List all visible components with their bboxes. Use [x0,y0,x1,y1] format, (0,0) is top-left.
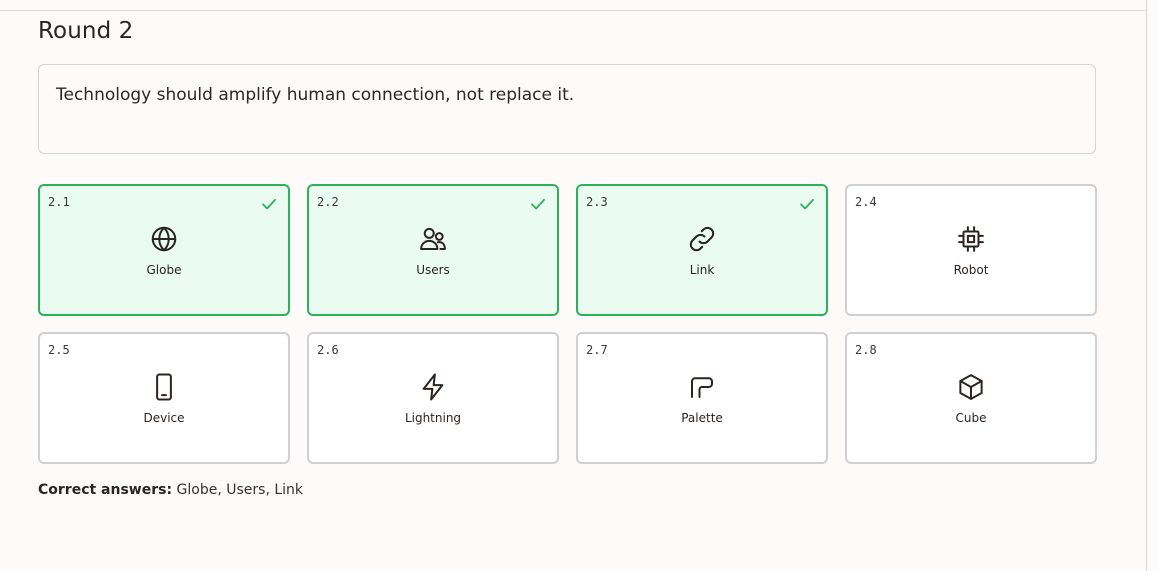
correct-answers-label: Correct answers: [38,482,173,498]
option-card-cube[interactable]: 2.8 Cube [845,332,1097,464]
cube-icon [959,374,983,400]
check-icon [531,198,545,210]
option-label: Robot [953,263,989,277]
check-icon [800,198,814,210]
option-card-globe[interactable]: 2.1 Globe [38,184,290,316]
option-label: Palette [681,411,723,425]
option-label: Users [416,263,450,277]
lightning-icon [422,373,444,401]
option-label: Lightning [404,411,462,425]
option-grid: 2.1 Globe 2.2 Users 2.3 Link 2.4 Robot 2… [38,184,1097,464]
link-icon [689,226,715,252]
option-number: 2.5 [48,343,70,357]
option-card-palette[interactable]: 2.7 Palette [576,332,828,464]
users-icon [420,227,446,250]
option-number: 2.4 [855,195,877,209]
option-number: 2.3 [586,195,608,209]
option-label: Device [143,411,185,425]
option-card-lightning[interactable]: 2.6 Lightning [307,332,559,464]
round-title: Round 2 [38,18,134,44]
option-card-robot[interactable]: 2.4 Robot [845,184,1097,316]
option-number: 2.8 [855,343,877,357]
option-card-link[interactable]: 2.3 Link [576,184,828,316]
option-number: 2.2 [317,195,339,209]
quiz-page: Round 2 Technology should amplify human … [0,0,1158,571]
chip-icon [958,226,984,252]
correct-answers: Correct answers: Globe, Users, Link [38,482,303,498]
option-label: Link [689,263,715,277]
prompt-box: Technology should amplify human connecti… [38,64,1096,154]
option-label: Globe [146,263,182,277]
palette-icon [691,377,713,398]
check-icon [262,198,276,210]
phone-icon [156,373,172,401]
top-divider [0,10,1146,11]
option-label: Cube [955,411,987,425]
option-number: 2.1 [48,195,70,209]
scrollbar-track[interactable] [1146,0,1147,571]
option-number: 2.6 [317,343,339,357]
option-card-users[interactable]: 2.2 Users [307,184,559,316]
prompt-text: Technology should amplify human connecti… [56,85,575,105]
correct-answers-value: Globe, Users, Link [176,482,304,498]
option-number: 2.7 [586,343,608,357]
globe-icon [151,226,177,252]
option-card-device[interactable]: 2.5 Device [38,332,290,464]
